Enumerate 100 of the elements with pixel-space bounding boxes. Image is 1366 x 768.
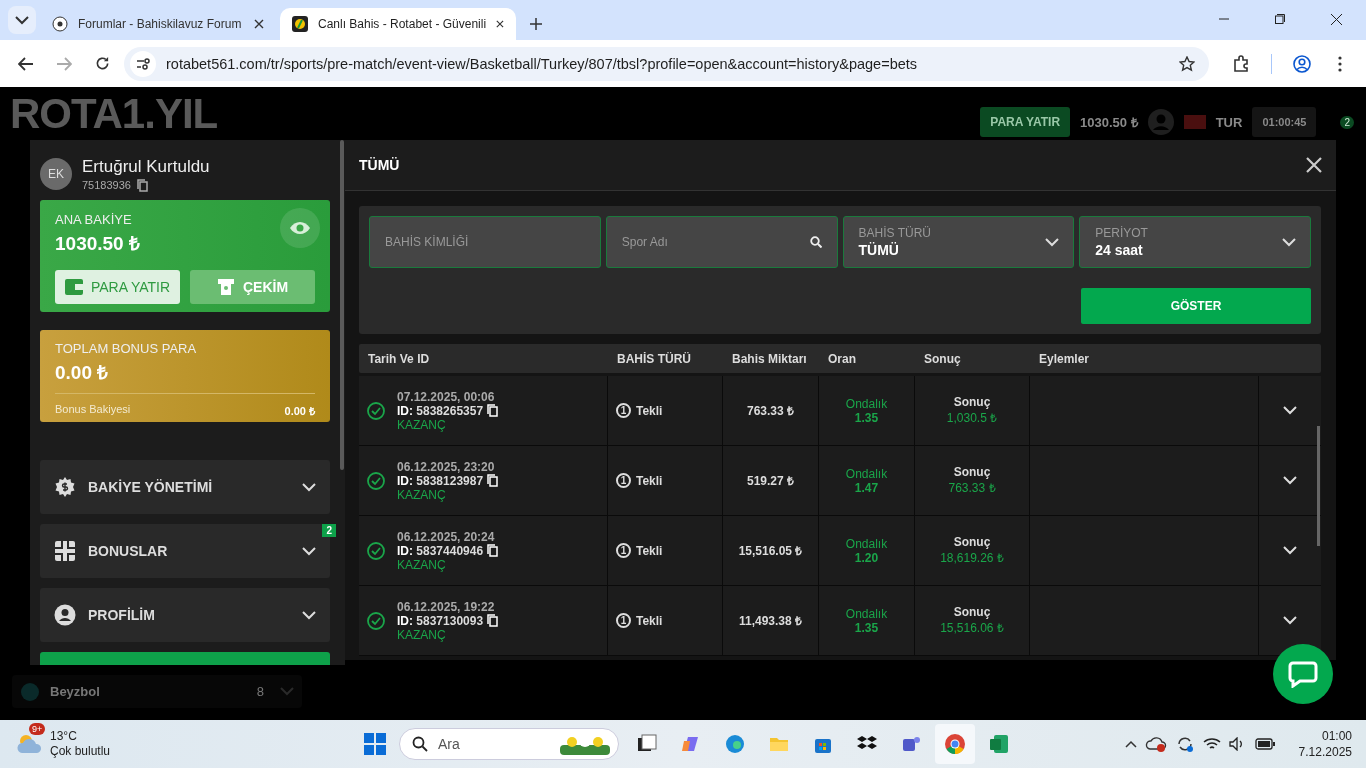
restore-icon[interactable] [1275,14,1285,24]
bonus-detail-label: Bonus Bakiyesi [55,403,131,417]
expand-icon [1283,546,1297,555]
browser-tab[interactable]: Forumlar - Bahiskilavuz Forum [40,8,276,40]
weather-cloud-icon[interactable] [16,733,44,755]
result-amount: 763.33 ₺ [948,480,996,496]
sport-item[interactable]: Beyzbol 8 [12,675,302,708]
balance-amount: 1030.50 ₺ [55,232,141,256]
tab-list-button[interactable] [8,6,36,34]
bookmark-star-icon[interactable] [1179,55,1195,72]
spreadsheet-icon[interactable] [988,733,1010,755]
copy-icon[interactable] [487,404,499,417]
user-id: 75183936 [82,179,131,191]
result-label: Sonuç [953,395,991,409]
address-bar[interactable]: rotabet561.com/tr/sports/pre-match/event-view/Basketball/Turkey/807/tbsl?profile=open&account=history&page=bets [124,46,1209,81]
sport-search-field[interactable]: Spor Adı [605,216,838,268]
bet-status: KAZANÇ [397,627,447,642]
bet-amount: 11,493.38 ₺ [738,613,803,629]
bonus-label: TOPLAM BONUS PARA [55,341,198,356]
gift-icon [54,540,76,562]
wifi-icon[interactable] [1202,737,1221,751]
menu-item[interactable]: PROFİLİM [40,588,330,642]
chevron-down-icon [302,482,316,492]
deposit-button[interactable]: PARA YATIR [980,107,1071,137]
bet-id: ID: 5838265357 [397,403,484,418]
weather-condition: Çok bulutlu [50,744,111,759]
chevron-up-icon[interactable] [1124,740,1137,748]
bonus-amount: 0.00 ₺ [55,361,110,385]
chat-button[interactable] [1273,644,1333,704]
odds-label: Ondalık [845,466,888,481]
copy-icon[interactable] [487,474,499,487]
temperature: 13°C [50,729,78,744]
bet-amount: 15,516.05 ₺ [738,543,803,559]
check-circle-icon [367,541,385,560]
copy-icon[interactable] [136,178,148,192]
battery-icon[interactable] [1254,738,1275,750]
result-amount: 18,619.26 ₺ [940,550,1004,566]
edge-icon[interactable] [724,733,746,755]
chevron-down-icon [280,687,294,696]
bet-status: KAZANÇ [397,557,447,572]
odds-value: 1.20 [854,550,879,565]
copy-icon[interactable] [487,544,499,557]
filter-dropdown[interactable]: PERİYOT 24 saat [1079,216,1311,268]
odds-label: Ondalık [845,396,888,411]
user-icon [54,604,76,626]
user-name: Ertuğrul Kurtuldu [82,156,210,177]
bet-amount: 763.33 ₺ [746,403,794,419]
bet-status: KAZANÇ [397,487,447,502]
ball-icon [52,16,68,32]
close-icon[interactable] [254,19,264,29]
bet-id-field[interactable]: BAHİS KİMLİĞİ [369,216,601,268]
odds-value: 1.35 [854,410,879,425]
result-label: Sonuç [953,535,991,549]
menu-badge: 2 [1340,115,1354,129]
number-icon: 1 [616,543,631,558]
odds-label: Ondalık [845,536,888,551]
bet-type: Tekli [636,613,663,628]
expand-icon [1283,616,1297,625]
bet-date: 06.12.2025, 20:24 [397,529,496,544]
eye-icon[interactable] [280,208,320,248]
dialog-title: TÜMÜ [359,157,400,173]
new-tab-icon[interactable] [530,18,542,30]
cloud-error-icon[interactable] [1144,735,1167,753]
clock-time[interactable]: 01:00 [1298,728,1352,744]
back-icon[interactable] [18,56,34,71]
odds-value: 1.35 [854,620,879,635]
expand-icon [1283,406,1297,415]
close-icon[interactable] [496,19,504,29]
chrome-icon[interactable] [944,733,966,755]
flag-icon [1183,115,1206,129]
result-amount: 15,516.06 ₺ [940,620,1004,636]
atm-icon [216,278,235,296]
bet-date: 06.12.2025, 23:20 [397,459,496,474]
number-icon: 1 [616,473,631,488]
start-icon[interactable] [364,733,386,755]
search-icon [809,236,822,248]
clock-date[interactable]: 7.12.2025 [1298,744,1352,760]
menu-icon[interactable] [1338,55,1342,72]
copy-icon[interactable] [487,614,499,627]
taskbar-search-field[interactable]: Ara [399,728,619,760]
extensions-icon[interactable] [1232,54,1250,73]
menu-item[interactable]: BAKİYE YÖNETİMİ [40,460,330,514]
check-circle-icon [367,611,385,630]
bet-amount: 519.27 ₺ [746,473,794,489]
filter-dropdown[interactable]: BAHİS TÜRÜ TÜMÜ [842,216,1075,268]
site-settings-icon[interactable] [130,50,156,77]
column-header: Eylemler [1038,351,1091,366]
profile-icon[interactable] [1293,54,1311,73]
avatar: EK [40,158,72,190]
reload-icon[interactable] [94,56,110,71]
number-icon: 1 [616,403,631,418]
odds-value: 1.47 [854,480,879,495]
browser-tab[interactable]: Canlı Bahis - Rotabet - Güvenili [280,8,516,40]
close-icon[interactable] [1331,14,1342,25]
ball-icon [20,681,40,702]
column-header: Oran [827,351,857,366]
header-balance: 1030.50 ₺ [1080,114,1138,131]
bet-status: KAZANÇ [397,417,447,432]
language-selector[interactable]: TUR [1215,114,1243,130]
column-header: BAHİS TÜRÜ [616,351,692,366]
